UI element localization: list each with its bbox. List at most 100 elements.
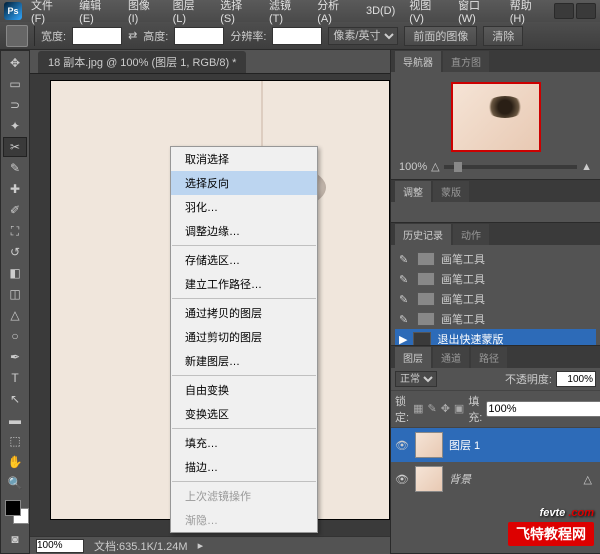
ctx-last-filter: 上次滤镜操作	[171, 484, 317, 508]
path-tool[interactable]: ↖	[3, 389, 27, 409]
ctx-save-selection[interactable]: 存储选区…	[171, 248, 317, 272]
tab-layers[interactable]: 图层	[395, 347, 431, 368]
width-input[interactable]	[72, 27, 122, 45]
visibility-icon[interactable]: 👁	[395, 473, 409, 486]
toolbox: ✥ ▭ ⊃ ✦ ✂ ✎ ✚ ✐ ⛶ ↺ ◧ ◫ △ ○ ✒ T ↖ ▬ ⬚ ✋ …	[0, 50, 30, 554]
zoom-slider[interactable]	[444, 165, 578, 169]
menu-help[interactable]: 帮助(H)	[505, 0, 550, 27]
dodge-tool[interactable]: ○	[3, 326, 27, 346]
gradient-tool[interactable]: ◫	[3, 284, 27, 304]
stamp-tool[interactable]: ⛶	[3, 221, 27, 241]
heal-tool[interactable]: ✚	[3, 179, 27, 199]
launch-bridge-icon[interactable]	[554, 3, 574, 19]
lock-icon: △	[584, 473, 592, 486]
ctx-transform-selection[interactable]: 变换选区	[171, 402, 317, 426]
document-tab[interactable]: 18 副本.jpg @ 100% (图层 1, RGB/8) *	[38, 51, 246, 73]
menu-edit[interactable]: 编辑(E)	[74, 0, 119, 27]
menu-filter[interactable]: 滤镜(T)	[264, 0, 308, 27]
ctx-refine-edge[interactable]: 调整边缘…	[171, 219, 317, 243]
history-item[interactable]: ✎画笔工具	[395, 289, 596, 309]
history-item-selected[interactable]: ▶退出快速蒙版	[395, 329, 596, 345]
crop-tool[interactable]: ✂	[3, 137, 27, 157]
menu-layer[interactable]: 图层(L)	[168, 0, 212, 27]
clear-button[interactable]: 清除	[483, 26, 523, 46]
zoom-out-icon[interactable]: △	[431, 160, 439, 173]
visibility-icon[interactable]: 👁	[395, 439, 409, 452]
quickmask-toggle[interactable]: ◙	[3, 529, 27, 549]
menu-image[interactable]: 图像(I)	[123, 0, 164, 27]
history-item[interactable]: ✎画笔工具	[395, 309, 596, 329]
layer-thumbnail	[415, 432, 443, 458]
history-brush-tool[interactable]: ↺	[3, 242, 27, 262]
move-tool[interactable]: ✥	[3, 53, 27, 73]
layer-name: 图层 1	[449, 437, 480, 453]
width-label: 宽度:	[41, 28, 66, 44]
tab-navigator[interactable]: 导航器	[395, 51, 441, 72]
tab-paths[interactable]: 路径	[471, 347, 507, 368]
fill-input[interactable]	[486, 401, 600, 417]
ctx-stroke[interactable]: 描边…	[171, 455, 317, 479]
info-chevron-icon[interactable]: ▸	[198, 539, 204, 552]
lasso-tool[interactable]: ⊃	[3, 95, 27, 115]
color-swatch[interactable]	[3, 498, 27, 528]
crop-tool-icon[interactable]	[6, 25, 28, 47]
lock-position-icon[interactable]: ✥	[441, 402, 450, 416]
ctx-fill[interactable]: 填充…	[171, 431, 317, 455]
ctx-new-layer[interactable]: 新建图层…	[171, 349, 317, 373]
fill-label: 填充:	[468, 393, 482, 425]
brush-tool[interactable]: ✐	[3, 200, 27, 220]
tab-actions[interactable]: 动作	[453, 224, 489, 245]
options-bar: 宽度: ⇄ 高度: 分辨率: 像素/英寸 前面的图像 清除	[0, 22, 600, 50]
zoom-in-icon[interactable]: ▲	[581, 161, 592, 173]
wand-tool[interactable]: ✦	[3, 116, 27, 136]
opacity-label: 不透明度:	[505, 371, 552, 387]
layer-row[interactable]: 👁 背景 △	[391, 462, 600, 496]
ctx-free-transform[interactable]: 自由变换	[171, 378, 317, 402]
marquee-tool[interactable]: ▭	[3, 74, 27, 94]
resolution-input[interactable]	[272, 27, 322, 45]
hand-tool[interactable]: ✋	[3, 452, 27, 472]
tab-histogram[interactable]: 直方图	[443, 51, 489, 72]
ctx-layer-via-cut[interactable]: 通过剪切的图层	[171, 325, 317, 349]
opacity-input[interactable]	[556, 371, 596, 387]
swap-icon[interactable]: ⇄	[128, 29, 137, 42]
ctx-select-inverse[interactable]: 选择反向	[171, 171, 317, 195]
tab-channels[interactable]: 通道	[433, 347, 469, 368]
tab-masks[interactable]: 蒙版	[433, 181, 469, 202]
screen-mode-icon[interactable]	[576, 3, 596, 19]
eraser-tool[interactable]: ◧	[3, 263, 27, 283]
tab-adjustments[interactable]: 调整	[395, 181, 431, 202]
layer-row-selected[interactable]: 👁 图层 1	[391, 428, 600, 462]
zoom-tool[interactable]: 🔍	[3, 473, 27, 493]
ctx-deselect[interactable]: 取消选择	[171, 147, 317, 171]
ctx-layer-via-copy[interactable]: 通过拷贝的图层	[171, 301, 317, 325]
menu-analysis[interactable]: 分析(A)	[312, 0, 357, 27]
lock-transparent-icon[interactable]: ▦	[413, 402, 423, 416]
play-icon: ▶	[399, 333, 407, 346]
blur-tool[interactable]: △	[3, 305, 27, 325]
menu-view[interactable]: 视图(V)	[404, 0, 449, 27]
tab-history[interactable]: 历史记录	[395, 224, 451, 245]
menu-file[interactable]: 文件(F)	[26, 0, 70, 27]
doc-info: 文档:635.1K/1.24M	[94, 538, 188, 554]
3d-tool[interactable]: ⬚	[3, 431, 27, 451]
ctx-feather[interactable]: 羽化…	[171, 195, 317, 219]
pen-tool[interactable]: ✒	[3, 347, 27, 367]
type-tool[interactable]: T	[3, 368, 27, 388]
zoom-input[interactable]	[36, 539, 84, 553]
lock-pixels-icon[interactable]: ✎	[427, 402, 436, 416]
ctx-make-workpath[interactable]: 建立工作路径…	[171, 272, 317, 296]
history-item[interactable]: ✎画笔工具	[395, 249, 596, 269]
navigator-thumbnail[interactable]	[451, 82, 541, 152]
shape-tool[interactable]: ▬	[3, 410, 27, 430]
menu-window[interactable]: 窗口(W)	[453, 0, 501, 27]
history-item[interactable]: ✎画笔工具	[395, 269, 596, 289]
unit-select[interactable]: 像素/英寸	[328, 27, 398, 45]
menu-select[interactable]: 选择(S)	[215, 0, 260, 27]
eyedropper-tool[interactable]: ✎	[3, 158, 27, 178]
front-image-button[interactable]: 前面的图像	[404, 26, 477, 46]
lock-all-icon[interactable]: ▣	[454, 402, 464, 416]
menu-3d[interactable]: 3D(D)	[361, 3, 400, 19]
blend-mode-select[interactable]: 正常	[395, 371, 437, 387]
height-input[interactable]	[174, 27, 224, 45]
